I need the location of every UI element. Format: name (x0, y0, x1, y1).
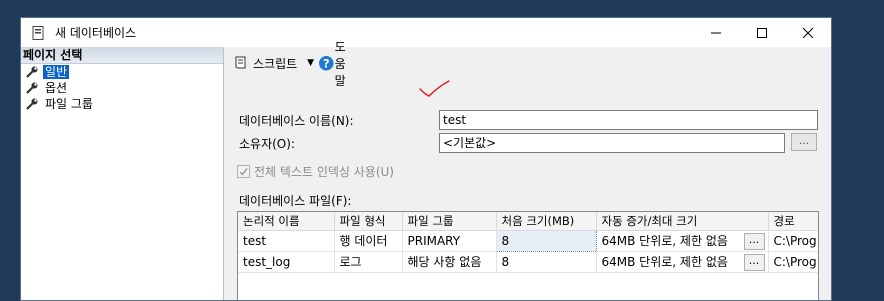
path-cell[interactable]: C:\Prog (768, 251, 818, 273)
page-selector-pane: 페이지 선택 일반 옵션 파일 그룹 (21, 47, 224, 300)
minimize-icon (711, 32, 721, 33)
autogrowth-cell[interactable]: 64MB 단위로, 제한 없음 ... (596, 251, 769, 273)
owner-label: 소유자(O): (239, 137, 295, 151)
logical-name-cell[interactable]: test (238, 230, 335, 252)
app-icon (30, 25, 46, 41)
window-title: 새 데이터베이스 (55, 26, 137, 40)
script-label: 스크립트 (253, 56, 298, 71)
red-check-annotation (419, 80, 450, 97)
close-button[interactable] (785, 18, 831, 47)
owner-input[interactable]: <기본값> (439, 133, 785, 153)
table-row[interactable]: test 행 데이터 PRIMARY 8 64MB 단위로, 제한 없음 ...… (238, 229, 818, 252)
col-file-type[interactable]: 파일 형식 (334, 212, 403, 231)
title-bar: 새 데이터베이스 (21, 18, 831, 47)
initial-size-cell[interactable]: 8 (495, 229, 597, 252)
table-row[interactable]: test_log 로그 해당 사항 없음 8 64MB 단위로, 제한 없음 .… (238, 251, 818, 273)
help-button[interactable]: ? 도움말 (318, 38, 351, 89)
help-icon: ? (319, 55, 334, 71)
col-filegroup[interactable]: 파일 그룹 (402, 212, 497, 231)
db-files-grid: 논리적 이름 파일 형식 파일 그룹 처음 크기(MB) 자동 증가/최대 크기… (237, 211, 819, 300)
autogrowth-browse-button[interactable]: ... (743, 232, 765, 250)
owner-browse-button[interactable]: ... (791, 133, 817, 151)
logical-name-cell[interactable]: test_log (238, 251, 335, 273)
db-name-input[interactable]: test (439, 110, 818, 130)
nav-item-filegroups[interactable]: 파일 그룹 (21, 96, 223, 112)
nav-item-label: 옵션 (45, 81, 68, 95)
nav-item-label: 일반 (43, 65, 70, 79)
general-page: 스크립트 ▼ ? 도움말 데이터베이스 이름(N): test 소유자(O): … (225, 40, 831, 300)
nav-item-options[interactable]: 옵션 (21, 80, 223, 96)
autogrowth-text: 64MB 단위로, 제한 없음 (601, 234, 728, 248)
script-button[interactable]: 스크립트 (233, 55, 297, 72)
maximize-icon (757, 27, 767, 38)
filegroup-cell[interactable]: 해당 사항 없음 (402, 251, 497, 273)
db-files-label: 데이터베이스 파일(F): (239, 194, 352, 208)
col-autogrowth[interactable]: 자동 증가/최대 크기 (596, 212, 769, 231)
col-path[interactable]: 경로 (768, 212, 818, 231)
initial-size-cell[interactable]: 8 (496, 251, 597, 273)
script-icon (235, 56, 246, 69)
nav-item-general[interactable]: 일반 (21, 64, 223, 80)
filegroup-cell[interactable]: PRIMARY (402, 230, 497, 252)
col-initial-size[interactable]: 처음 크기(MB) (496, 212, 597, 231)
fulltext-option: 전체 텍스트 인덱싱 사용(U) (237, 163, 394, 180)
autogrowth-cell[interactable]: 64MB 단위로, 제한 없음 ... (596, 230, 769, 252)
autogrowth-browse-button[interactable]: ... (743, 253, 765, 271)
fulltext-checkbox[interactable] (237, 165, 250, 178)
svg-text:?: ? (323, 56, 330, 70)
nav-item-label: 파일 그룹 (45, 97, 93, 111)
checkmark-icon (239, 168, 248, 176)
wrench-icon (26, 98, 38, 110)
minimize-button[interactable] (693, 18, 739, 47)
maximize-button[interactable] (739, 18, 785, 47)
col-logical-name[interactable]: 논리적 이름 (238, 212, 335, 231)
fulltext-label: 전체 텍스트 인덱싱 사용(U) (254, 165, 394, 179)
chevron-down-icon[interactable]: ▼ (307, 58, 314, 68)
toolbar: 스크립트 ▼ ? 도움말 (225, 40, 831, 88)
path-cell[interactable]: C:\Prog (768, 230, 818, 252)
db-name-label: 데이터베이스 이름(N): (239, 114, 354, 128)
wrench-icon (26, 66, 38, 78)
close-icon (803, 27, 813, 38)
file-type-cell[interactable]: 행 데이터 (334, 230, 403, 252)
wrench-icon (26, 82, 38, 94)
file-type-cell[interactable]: 로그 (334, 251, 403, 273)
help-label: 도움말 (334, 39, 346, 88)
page-selector-header: 페이지 선택 (21, 47, 223, 64)
autogrowth-text: 64MB 단위로, 제한 없음 (601, 255, 728, 269)
grid-header-row: 논리적 이름 파일 형식 파일 그룹 처음 크기(MB) 자동 증가/최대 크기… (238, 212, 818, 231)
new-database-dialog: 새 데이터베이스 페이지 선택 일반 옵션 파일 그룹 스크립트 ▼ ? 도움말… (20, 17, 832, 301)
